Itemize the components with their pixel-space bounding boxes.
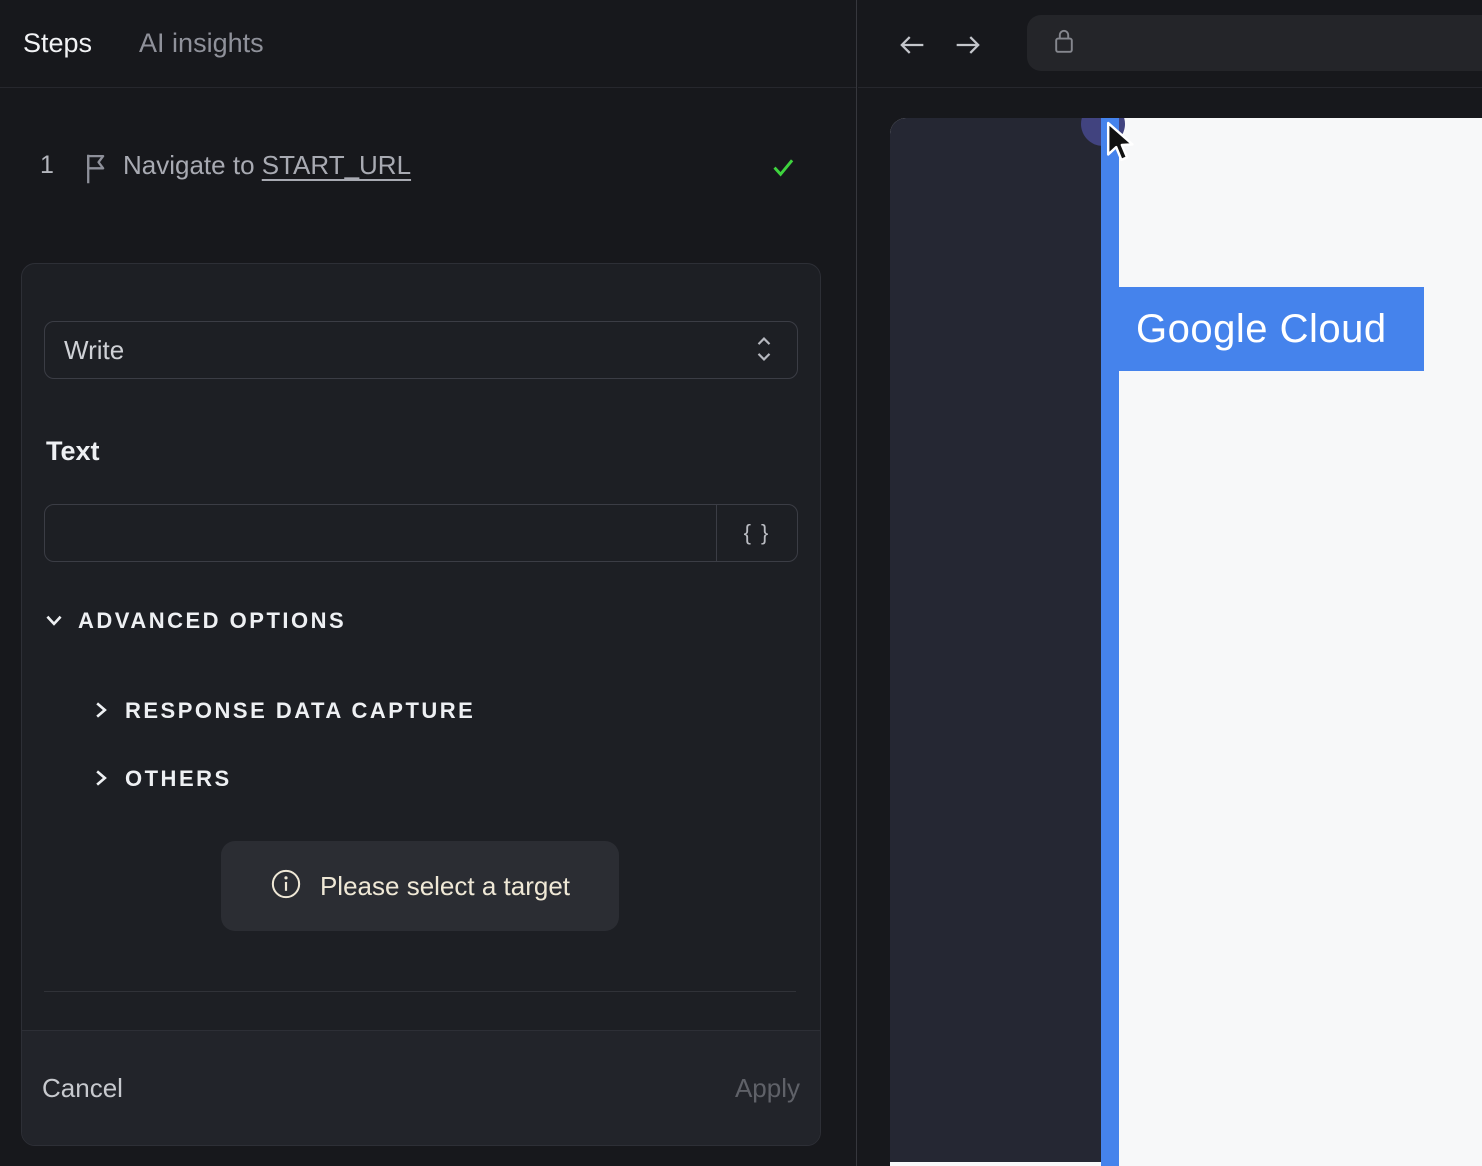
browser-preview-panel: Google Cloud	[858, 0, 1482, 1166]
action-type-select[interactable]: Write	[44, 321, 798, 379]
toast-message: Please select a target	[319, 870, 571, 901]
back-arrow-icon[interactable]	[895, 28, 929, 62]
lock-icon	[1052, 25, 1076, 62]
insert-variable-button[interactable]: { }	[716, 505, 797, 561]
forward-arrow-icon[interactable]	[951, 28, 985, 62]
apply-button[interactable]: Apply	[735, 1031, 800, 1146]
step-editor-card: Write Text { } ADVANCED OPTIONS RESPONSE…	[21, 263, 821, 1146]
step-start-url-link[interactable]: START_URL	[262, 150, 411, 180]
others-label: OTHERS	[125, 766, 232, 791]
browser-topbar	[858, 0, 1482, 88]
response-data-capture-toggle[interactable]: RESPONSE DATA CAPTURE	[91, 698, 475, 724]
chevron-right-icon	[91, 767, 111, 792]
mouse-cursor-icon	[1102, 120, 1142, 171]
google-cloud-label: Google Cloud	[1136, 306, 1387, 351]
step-number: 1	[40, 151, 54, 179]
cancel-button[interactable]: Cancel	[42, 1031, 123, 1146]
text-field-label: Text	[46, 436, 100, 466]
response-data-capture-label: RESPONSE DATA CAPTURE	[125, 698, 476, 723]
advanced-options-toggle[interactable]: ADVANCED OPTIONS	[43, 608, 346, 634]
footer-divider	[44, 991, 796, 992]
text-input-row: { }	[44, 504, 798, 562]
action-type-value: Write	[64, 334, 125, 365]
select-target-toast: Please select a target	[221, 841, 619, 931]
flag-icon	[80, 150, 110, 193]
step-title-text: Navigate to	[123, 150, 262, 180]
steps-panel: Steps AI insights 1 Navigate to START_UR…	[0, 0, 857, 1166]
tab-steps[interactable]: Steps	[23, 28, 92, 59]
google-cloud-highlight[interactable]: Google Cloud	[1101, 287, 1424, 371]
select-updown-icon	[753, 333, 775, 368]
text-input[interactable]	[45, 505, 716, 561]
address-bar[interactable]	[1027, 15, 1482, 71]
editor-footer: Cancel Apply	[22, 1030, 820, 1145]
step-success-check-icon	[766, 148, 800, 191]
address-input[interactable]	[1090, 30, 1482, 56]
chevron-down-icon	[43, 609, 65, 634]
tab-ai-insights[interactable]: AI insights	[139, 28, 264, 59]
others-toggle[interactable]: OTHERS	[91, 766, 232, 792]
browser-viewport[interactable]: Google Cloud	[890, 118, 1482, 1166]
element-highlight-stripe	[1101, 118, 1119, 1166]
panel-tab-bar: Steps AI insights	[0, 0, 856, 88]
step-title: Navigate to START_URL	[123, 150, 411, 181]
advanced-options-label: ADVANCED OPTIONS	[78, 608, 347, 633]
chevron-right-icon	[91, 699, 111, 724]
page-dark-sidebar	[890, 118, 1101, 1162]
info-icon	[270, 868, 302, 905]
step-item[interactable]: 1 Navigate to START_URL	[0, 148, 857, 188]
